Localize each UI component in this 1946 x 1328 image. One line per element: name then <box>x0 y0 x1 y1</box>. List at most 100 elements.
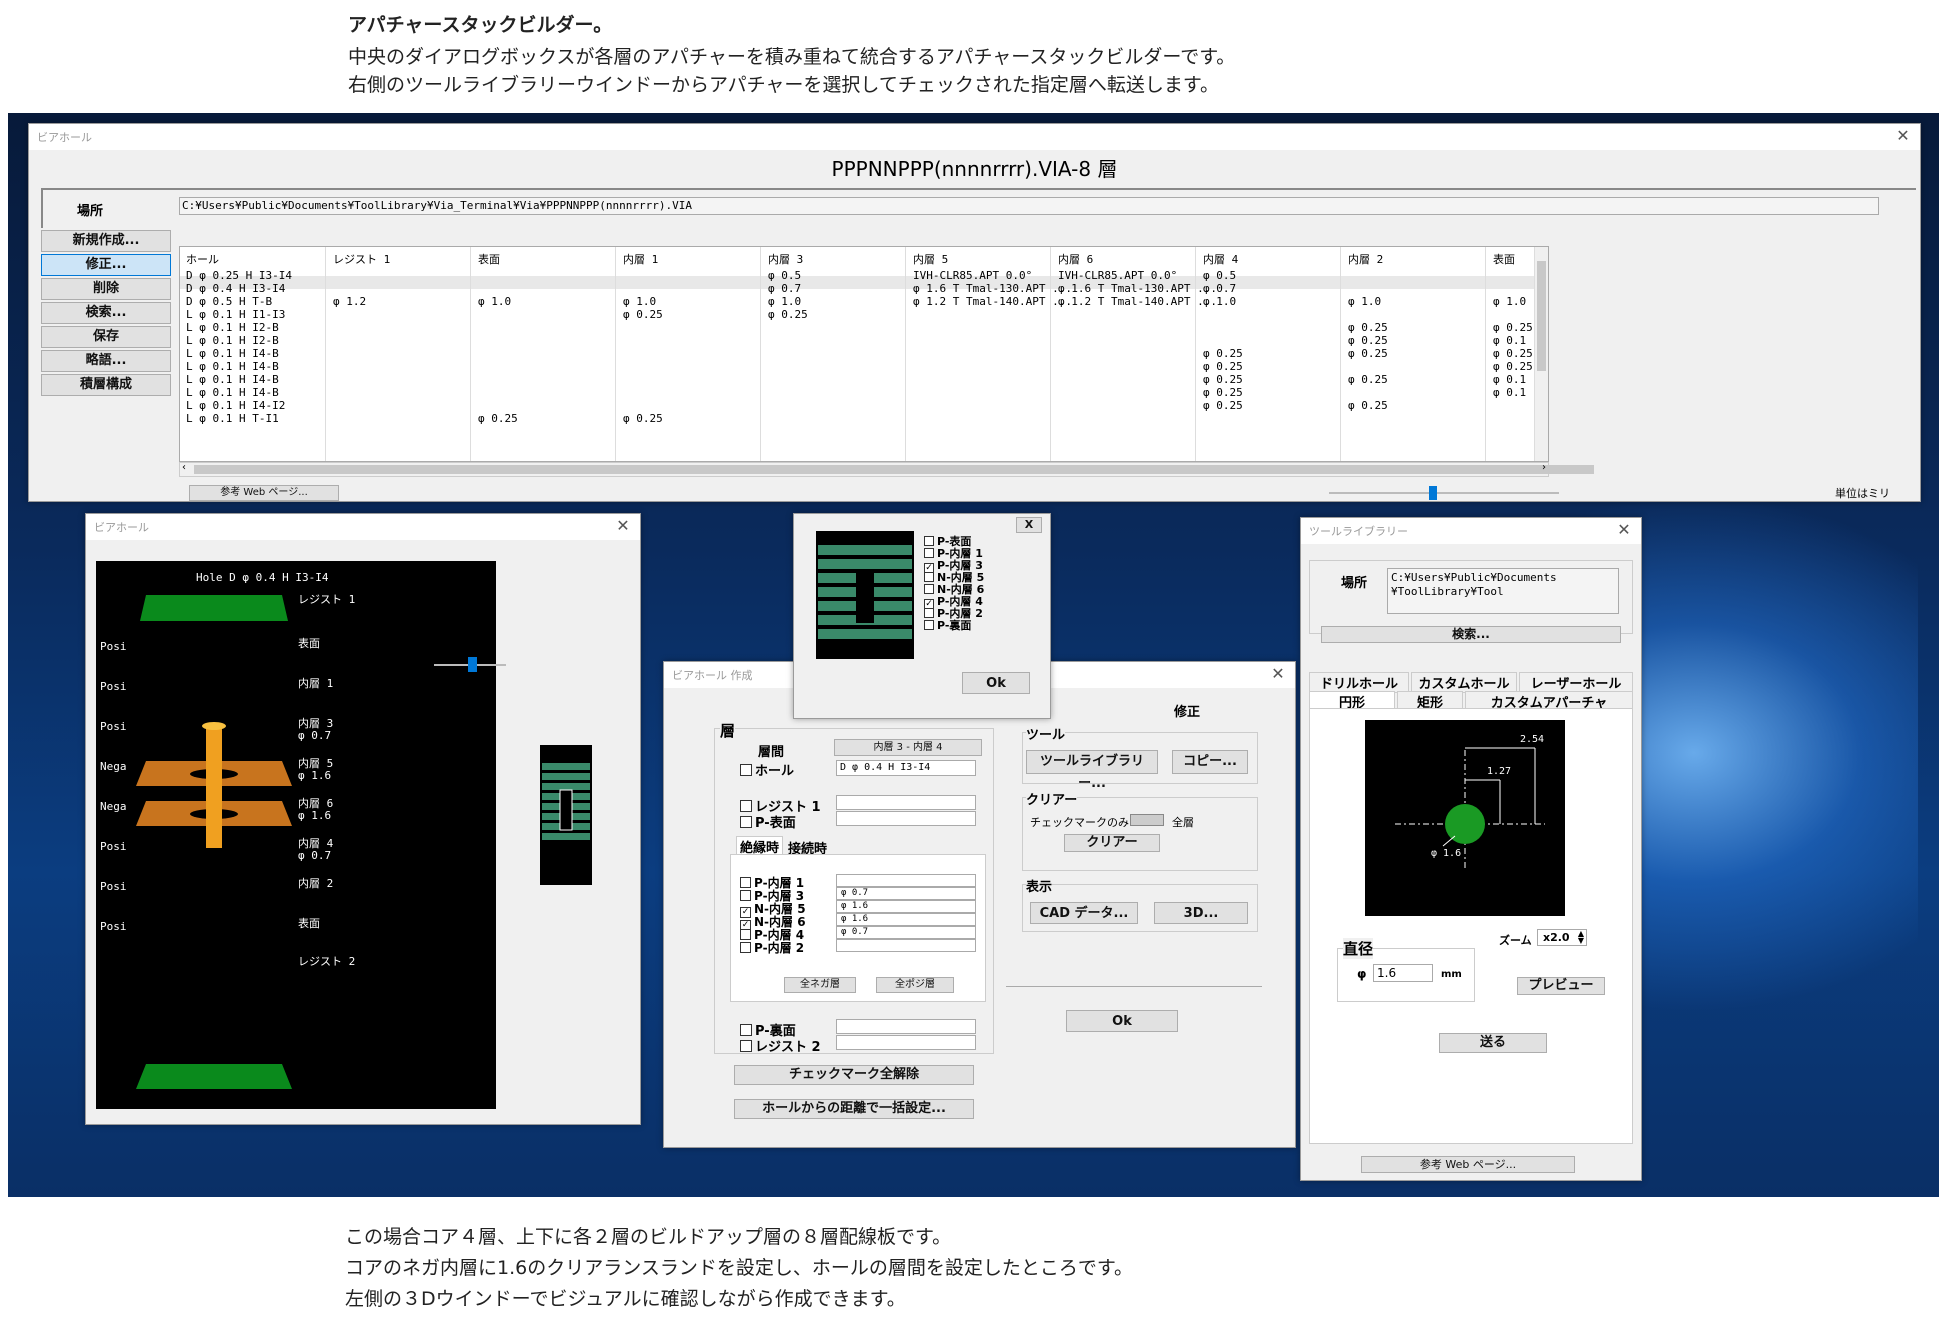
table-cell[interactable]: φ 1.0 <box>1348 295 1381 308</box>
table-cell[interactable]: L φ 0.1 H I2-B <box>186 334 279 347</box>
aperture-preview[interactable]: 2.54 1.27 φ 1.6 <box>1365 720 1565 916</box>
hole-checkbox[interactable]: ホール <box>740 760 794 779</box>
between-value[interactable]: 内層 3 - 内層 4 <box>834 739 982 756</box>
table-cell[interactable]: L φ 0.1 H I4-I2 <box>186 399 285 412</box>
table-cell[interactable]: IVH-CLR85.APT 0.0° <box>1058 269 1177 282</box>
scrollbar-thumb[interactable] <box>1537 261 1546 371</box>
action-button[interactable]: 略語... <box>41 350 171 372</box>
table-cell[interactable]: φ 0.25 <box>1203 386 1243 399</box>
close-icon[interactable]: ✕ <box>1892 126 1914 146</box>
clear-mode-toggle[interactable] <box>1130 814 1164 826</box>
column-header[interactable]: 内層 4 <box>1203 251 1238 267</box>
checkbox-icon[interactable] <box>740 800 752 812</box>
table-cell[interactable]: φ 1.0 <box>1203 295 1236 308</box>
inner-layer-checkbox[interactable]: P-内層 2 <box>740 939 804 956</box>
table-cell[interactable]: φ 1.0 <box>1493 295 1526 308</box>
checkbox-icon[interactable] <box>740 942 751 953</box>
p-back-field[interactable] <box>836 1019 976 1034</box>
inner-layer-field[interactable]: φ 0.7 <box>836 887 976 900</box>
zoom-slider-track[interactable] <box>1329 492 1559 494</box>
close-icon[interactable]: ✕ <box>612 516 634 536</box>
checkbox-icon[interactable] <box>740 816 752 828</box>
p-surface-checkbox[interactable]: P-表面 <box>740 812 796 831</box>
scroll-right-icon[interactable]: › <box>1542 462 1546 473</box>
close-icon[interactable]: ✕ <box>1267 664 1289 684</box>
table-cell[interactable]: φ 1.2 T Tmal-140.APT ... <box>1058 295 1217 308</box>
column-header[interactable]: レジスト 1 <box>333 251 390 267</box>
table-cell[interactable]: φ 0.25 <box>623 308 663 321</box>
resist2-field[interactable] <box>836 1035 976 1050</box>
scrollbar-thumb[interactable] <box>194 465 1594 474</box>
zoom-slider-thumb[interactable] <box>1429 486 1437 500</box>
table-cell[interactable]: φ 0.25 <box>1493 347 1533 360</box>
inner-layer-field[interactable] <box>836 874 976 887</box>
table-cell[interactable]: D φ 0.4 H I3-I4 <box>186 282 285 295</box>
table-cell[interactable]: φ 0.25 <box>1203 373 1243 386</box>
p-surface-field[interactable] <box>836 811 976 826</box>
table-cell[interactable]: φ 1.6 T Tmal-130.APT ... <box>913 282 1072 295</box>
table-cell[interactable]: L φ 0.1 H I1-I3 <box>186 308 285 321</box>
inner-layer-field[interactable] <box>836 939 976 952</box>
table-cell[interactable]: φ 0.25 <box>1203 347 1243 360</box>
tab-row1[interactable]: カスタムホール <box>1411 672 1517 693</box>
table-cell[interactable]: L φ 0.1 H I4-B <box>186 373 279 386</box>
send-button[interactable]: 送る <box>1439 1033 1547 1053</box>
table-cell[interactable]: φ 0.25 <box>768 308 808 321</box>
action-button[interactable]: 保存 <box>41 326 171 348</box>
table-cell[interactable]: φ 0.5 <box>1203 269 1236 282</box>
clear-checks-button[interactable]: チェックマーク全解除 <box>734 1065 974 1085</box>
diameter-input[interactable]: 1.6 <box>1373 964 1433 982</box>
zoom-slider-thumb[interactable] <box>468 657 477 672</box>
column-header[interactable]: 内層 3 <box>768 251 803 267</box>
hole-field[interactable]: D φ 0.4 H I3-I4 <box>836 760 976 776</box>
table-cell[interactable]: φ 0.25 <box>623 412 663 425</box>
cad-data-button[interactable]: CAD データ... <box>1030 902 1138 924</box>
table-cell[interactable]: φ 0.25 <box>1348 334 1388 347</box>
table-cell[interactable]: D φ 0.5 H T-B <box>186 295 272 308</box>
table-cell[interactable]: L φ 0.1 H I4-B <box>186 347 279 360</box>
close-button[interactable]: X <box>1016 517 1042 533</box>
table-cell[interactable]: φ 0.25 <box>1348 321 1388 334</box>
reference-web-button[interactable]: 参考 Web ページ... <box>189 485 339 501</box>
all-nega-button[interactable]: 全ネガ層 <box>784 977 856 993</box>
table-cell[interactable]: φ 1.6 T Tmal-130.APT ... <box>1058 282 1217 295</box>
table-cell[interactable]: φ 0.1 <box>1493 386 1526 399</box>
column-header[interactable]: 表面 <box>1493 251 1515 267</box>
table-cell[interactable]: φ 1.2 T Tmal-140.APT ... <box>913 295 1072 308</box>
inner-layer-field[interactable]: φ 1.6 <box>836 913 976 926</box>
reference-web-button[interactable]: 参考 Web ページ... <box>1361 1156 1575 1173</box>
table-cell[interactable]: φ 0.25 <box>1348 399 1388 412</box>
table-cell[interactable]: φ 0.1 <box>1493 373 1526 386</box>
action-button[interactable]: 新規作成... <box>41 230 171 252</box>
ok-button[interactable]: Ok <box>1066 1010 1178 1032</box>
tool-library-button[interactable]: ツールライブラリー... <box>1026 750 1158 791</box>
location-field[interactable]: C:¥Users¥Public¥Documents ¥ToolLibrary¥T… <box>1387 568 1619 614</box>
copy-button[interactable]: コピー... <box>1172 750 1248 774</box>
table-cell[interactable]: φ 0.25 <box>1348 373 1388 386</box>
table-cell[interactable]: φ 0.7 <box>1203 282 1236 295</box>
table-cell[interactable]: φ 0.1 <box>1493 334 1526 347</box>
table-cell[interactable]: L φ 0.1 H I4-B <box>186 386 279 399</box>
checkbox-icon[interactable] <box>740 1040 752 1052</box>
action-button[interactable]: 積層構成 <box>41 374 171 396</box>
table-cell[interactable]: φ 0.25 <box>1493 321 1533 334</box>
table-cell[interactable]: φ 0.25 <box>1493 360 1533 373</box>
checkbox-icon[interactable] <box>740 1024 752 1036</box>
scroll-left-icon[interactable]: ‹ <box>182 462 186 473</box>
all-posi-button[interactable]: 全ポジ層 <box>876 977 954 993</box>
action-button[interactable]: 検索... <box>41 302 171 324</box>
inner-layer-field[interactable]: φ 1.6 <box>836 900 976 913</box>
bulk-set-button[interactable]: ホールからの距離で一括設定... <box>734 1099 974 1119</box>
table-cell[interactable]: D φ 0.25 H I3-I4 <box>186 269 292 282</box>
search-button[interactable]: 検索... <box>1321 626 1621 643</box>
table-cell[interactable]: L φ 0.1 H I4-B <box>186 360 279 373</box>
horizontal-scrollbar[interactable]: ‹ › <box>179 462 1594 477</box>
tab-row1[interactable]: レーザーホール <box>1519 672 1633 693</box>
table-cell[interactable]: φ 1.0 <box>478 295 511 308</box>
resist1-field[interactable] <box>836 795 976 810</box>
tab-row1[interactable]: ドリルホール <box>1309 672 1409 693</box>
vertical-scrollbar[interactable] <box>1534 247 1548 461</box>
tab-insulate[interactable]: 絶縁時 <box>736 836 784 856</box>
action-button[interactable]: 削除 <box>41 278 171 300</box>
table-cell[interactable]: φ 1.0 <box>768 295 801 308</box>
